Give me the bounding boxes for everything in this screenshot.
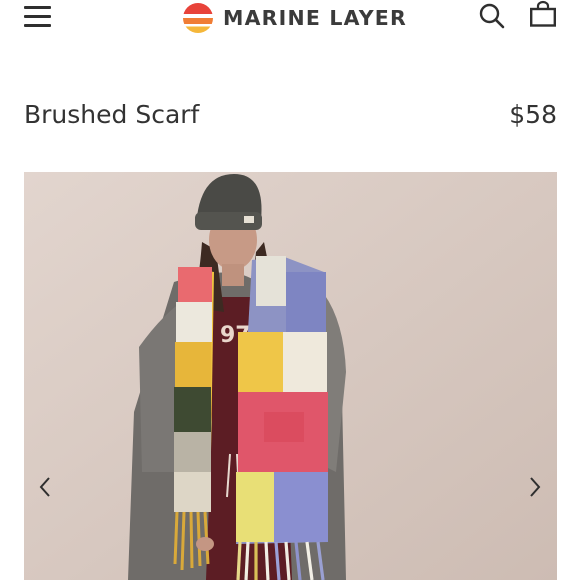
- product-title: Brushed Scarf: [24, 100, 200, 129]
- product-photo: 97: [24, 172, 557, 580]
- shopping-bag-icon[interactable]: [529, 0, 557, 28]
- brand-logo[interactable]: MARINE LAYER: [182, 2, 407, 34]
- search-icon[interactable]: [478, 2, 506, 30]
- product-image-gallery[interactable]: 97: [24, 172, 557, 580]
- chevron-left-icon[interactable]: [34, 472, 56, 502]
- product-heading: Brushed Scarf $58: [24, 100, 557, 136]
- chevron-right-icon[interactable]: [524, 472, 546, 502]
- site-header: MARINE LAYER: [0, 0, 580, 36]
- sunset-logo-icon: [183, 3, 213, 33]
- product-price: $58: [509, 100, 557, 129]
- hamburger-menu-icon[interactable]: [24, 5, 52, 27]
- brand-name: MARINE LAYER: [223, 6, 407, 30]
